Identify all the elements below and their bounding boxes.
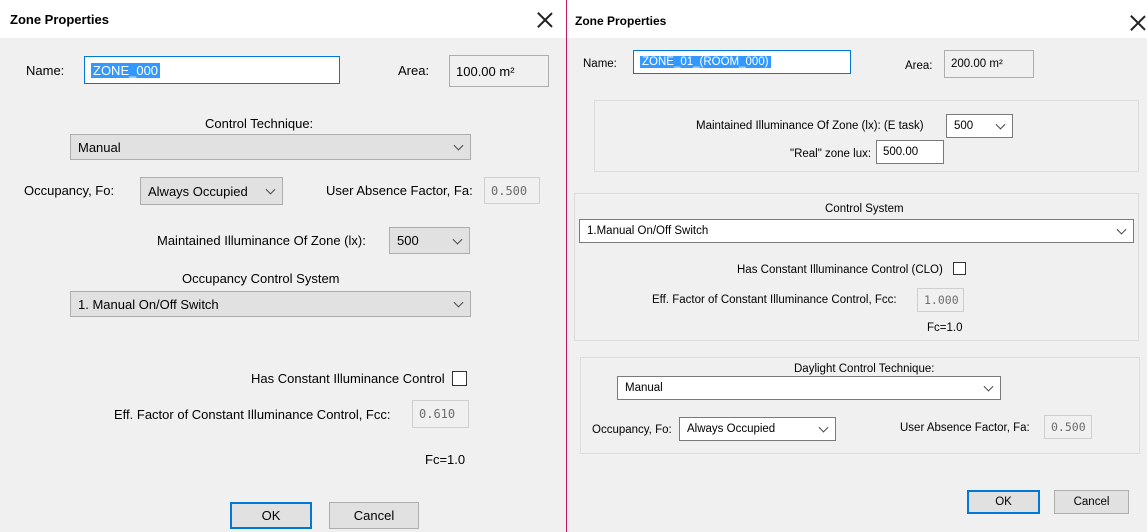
zone-properties-dialog-right: Zone Properties Name: ZONE_01_(ROOM_000)… bbox=[567, 0, 1147, 532]
control-technique-label: Control Technique: bbox=[205, 116, 314, 131]
chevron-down-icon bbox=[995, 119, 1006, 130]
real-lux-label: "Real" zone lux: bbox=[790, 148, 872, 160]
zone-properties-dialog-left: Zone Properties Name: ZONE_000 Area: 100… bbox=[0, 0, 567, 532]
control-system-label: Control System bbox=[825, 203, 904, 215]
illuminance-label: Maintained Illuminance Of Zone (lx): bbox=[157, 233, 366, 248]
name-label: Name: bbox=[26, 63, 65, 78]
occupancy-label: Occupancy, Fo: bbox=[24, 183, 115, 198]
clo-checkbox[interactable] bbox=[452, 371, 467, 386]
real-lux-field[interactable]: 500.00 bbox=[876, 140, 944, 164]
area-label: Area: bbox=[905, 60, 933, 72]
fcc-field: 1.000 bbox=[917, 288, 964, 312]
ok-button[interactable]: OK bbox=[230, 502, 312, 529]
occupancy-control-label: Occupancy Control System bbox=[182, 271, 340, 286]
fcc-label: Eff. Factor of Constant Illuminance Cont… bbox=[114, 407, 391, 422]
area-field: 200.00 m² bbox=[944, 50, 1034, 78]
occupancy-label: Occupancy, Fo: bbox=[592, 424, 672, 436]
illuminance-label: Maintained Illuminance Of Zone (lx): (E … bbox=[696, 120, 924, 132]
illuminance-select[interactable]: 500 bbox=[946, 114, 1013, 138]
cancel-button[interactable]: Cancel bbox=[1054, 490, 1129, 514]
clo-label: Has Constant Illuminance Control (CLO) bbox=[737, 264, 943, 276]
chevron-down-icon bbox=[1116, 224, 1127, 235]
chevron-down-icon bbox=[983, 381, 994, 392]
name-input[interactable]: ZONE_01_(ROOM_000) bbox=[633, 50, 851, 74]
chevron-down-icon bbox=[818, 422, 829, 433]
control-technique-value: Manual bbox=[78, 139, 121, 155]
illuminance-select[interactable]: 500 bbox=[389, 227, 470, 254]
occupancy-value: Always Occupied bbox=[148, 183, 248, 199]
chevron-down-icon bbox=[453, 297, 464, 308]
occupancy-control-select[interactable]: 1. Manual On/Off Switch bbox=[70, 291, 471, 317]
occupancy-value: Always Occupied bbox=[687, 423, 776, 435]
title-bar: Zone Properties bbox=[567, 0, 1147, 38]
fc-text: Fc=1.0 bbox=[425, 452, 466, 467]
close-icon[interactable] bbox=[1129, 14, 1143, 28]
chevron-down-icon bbox=[453, 140, 464, 151]
chevron-down-icon bbox=[452, 234, 463, 245]
name-input-value: ZONE_000 bbox=[91, 62, 161, 78]
cancel-button[interactable]: Cancel bbox=[329, 502, 419, 529]
clo-label: Has Constant Illuminance Control bbox=[251, 371, 445, 386]
illuminance-value: 500 bbox=[397, 233, 419, 248]
chevron-down-icon bbox=[265, 184, 276, 195]
occupancy-select[interactable]: Always Occupied bbox=[679, 417, 836, 441]
ok-button[interactable]: OK bbox=[967, 490, 1040, 514]
illuminance-value: 500 bbox=[954, 120, 974, 132]
occupancy-select[interactable]: Always Occupied bbox=[140, 177, 283, 205]
fc-text: Fc=1.0 bbox=[927, 322, 963, 334]
name-label: Name: bbox=[583, 58, 617, 70]
fcc-label: Eff. Factor of Constant Illuminance Cont… bbox=[652, 294, 897, 306]
clo-checkbox[interactable] bbox=[953, 262, 966, 275]
occupancy-control-value: 1. Manual On/Off Switch bbox=[78, 296, 219, 312]
absence-label: User Absence Factor, Fa: bbox=[900, 422, 1030, 434]
control-system-select[interactable]: 1.Manual On/Off Switch bbox=[579, 219, 1134, 243]
absence-field: 0.500 bbox=[1044, 415, 1092, 439]
daylight-value: Manual bbox=[625, 382, 663, 394]
close-icon[interactable] bbox=[536, 11, 554, 29]
daylight-label: Daylight Control Technique: bbox=[794, 363, 935, 375]
absence-field: 0.500 bbox=[484, 177, 540, 204]
absence-label: User Absence Factor, Fa: bbox=[326, 183, 473, 198]
dialog-title: Zone Properties bbox=[575, 14, 667, 28]
area-label: Area: bbox=[398, 63, 430, 78]
name-input[interactable]: ZONE_000 bbox=[84, 56, 340, 84]
daylight-select[interactable]: Manual bbox=[617, 376, 1001, 400]
control-system-value: 1.Manual On/Off Switch bbox=[587, 225, 709, 237]
area-field: 100.00 m² bbox=[449, 55, 549, 87]
dialog-title: Zone Properties bbox=[10, 12, 109, 27]
control-technique-select[interactable]: Manual bbox=[70, 134, 471, 160]
title-bar: Zone Properties bbox=[0, 0, 566, 38]
fcc-field: 0.610 bbox=[412, 400, 469, 428]
name-input-value: ZONE_01_(ROOM_000) bbox=[640, 56, 771, 68]
